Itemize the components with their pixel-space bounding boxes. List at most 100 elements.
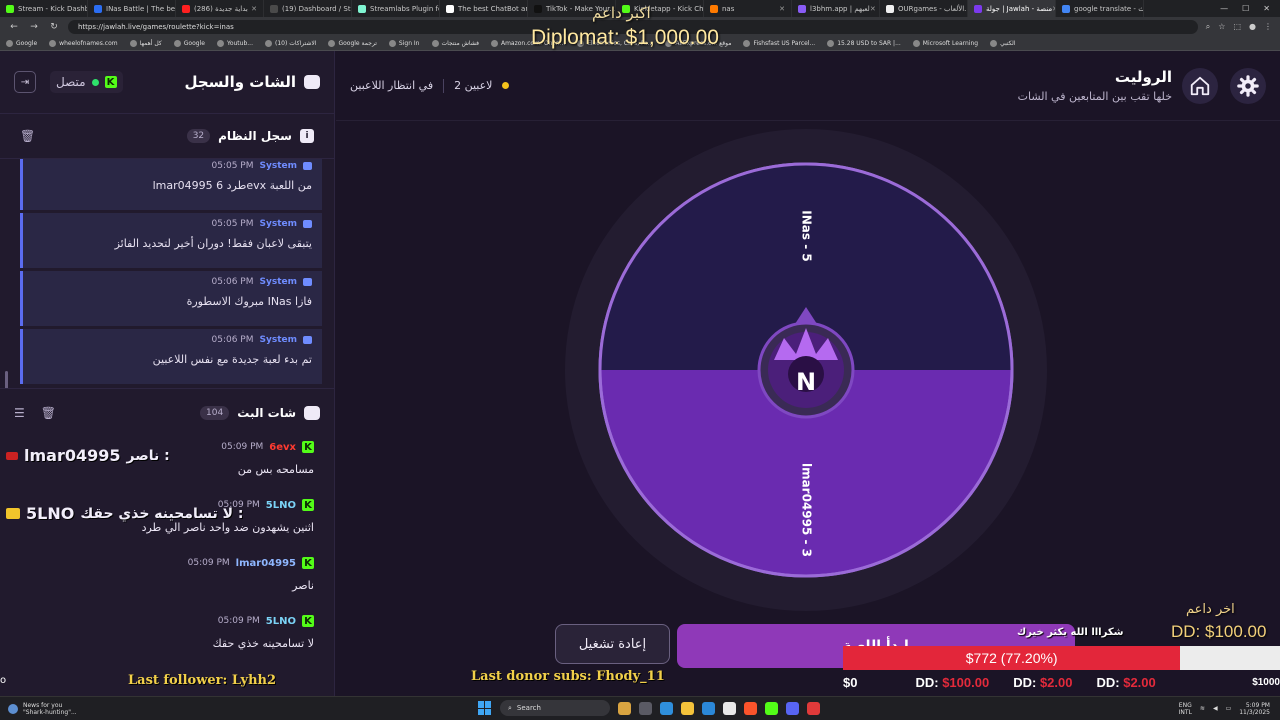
tab-label: The best ChatBot and... <box>458 4 527 13</box>
browser-tab[interactable]: INas Battle | The best...✕ <box>88 0 176 17</box>
restart-button[interactable]: إعادة تشغيل <box>555 624 670 664</box>
wifi-icon[interactable]: ≋ <box>1200 705 1205 712</box>
pinned-app-icon[interactable] <box>618 701 631 715</box>
windows-start-icon[interactable] <box>478 701 492 715</box>
bookmark-label: Google <box>16 40 38 47</box>
clock[interactable]: 5:09 PM 11/3/2025 <box>1239 702 1270 716</box>
kick-badge-icon: K <box>302 441 314 453</box>
browser-tab[interactable]: جولة | Jawlah - منصة✕ <box>968 0 1056 17</box>
browser-tab[interactable]: Streamlabs Plugin fo...✕ <box>352 0 440 17</box>
message-time: 05:09 PM <box>187 558 230 568</box>
clear-log-trash-icon[interactable]: 🗑 <box>20 129 35 143</box>
bookmark-item[interactable]: Youtub... <box>216 40 253 47</box>
tab-favicon-icon <box>6 4 14 13</box>
filter-icon[interactable]: ☰ <box>14 406 25 420</box>
donation-thanks-text: شكرااا الله يكثر خيرك <box>1017 627 1124 638</box>
bookmark-item[interactable]: Sign In <box>388 40 420 47</box>
tts-username: 5LNO <box>26 504 75 523</box>
scrollbar-thumb[interactable] <box>5 371 8 388</box>
tab-close-icon[interactable]: ✕ <box>870 5 876 13</box>
system-log-meta: 05:05 PM System <box>33 219 312 229</box>
back-icon[interactable]: ← <box>8 22 20 32</box>
bookmark-item[interactable]: الكتبي <box>990 40 1016 47</box>
settings-button[interactable] <box>1230 67 1266 104</box>
file-explorer-icon[interactable] <box>681 701 694 715</box>
status-dot-icon <box>502 82 510 89</box>
obs-icon[interactable] <box>807 701 820 715</box>
game-area: في انتظار اللاعبين 2 لاعبين الروليت خلها… <box>336 51 1280 696</box>
extension-icons: ⌕ ☆ ⬚ ● ⋮ <box>1206 22 1272 32</box>
bookmark-label: Youtub... <box>226 40 253 47</box>
system-log-item: 05:05 PM System lmar04995 طرد 6evx من اللع… <box>20 159 322 210</box>
bookmark-item[interactable]: Fishsfast US Parcel... <box>743 40 815 47</box>
page-title: الروليت <box>1114 68 1172 86</box>
language-indicator[interactable]: ENG INTL <box>1179 702 1192 716</box>
system-log-list[interactable]: 05:05 PM System lmar04995 طرد 6evx من اللع… <box>0 158 334 389</box>
kick-app-icon[interactable] <box>765 701 778 715</box>
bookmark-label: الكتبي <box>1000 40 1016 47</box>
browser-tab[interactable]: OURgames - الألعاب...✕ <box>880 0 968 17</box>
browser-tab[interactable]: nas ✕ <box>704 0 792 17</box>
chat-username[interactable]: 6evx <box>269 442 296 453</box>
tab-close-icon[interactable]: ✕ <box>251 5 257 13</box>
bookmark-item[interactable]: wheelofnames.com <box>49 40 118 47</box>
bookmark-item[interactable]: Google <box>173 40 205 47</box>
browser-tab[interactable]: google translate - بحث...✕ <box>1056 0 1144 17</box>
star-icon[interactable]: ☆ <box>1218 22 1225 32</box>
menu-icon[interactable]: ⋮ <box>1264 22 1272 32</box>
tab-label: Stream - Kick Dashb... <box>18 4 87 13</box>
collapse-sidebar-icon[interactable]: ⇥ <box>14 71 36 93</box>
task-view-icon[interactable] <box>639 701 652 715</box>
browser-tab[interactable]: (286) بداية جديدة ✕ <box>176 0 264 17</box>
chat-username[interactable]: 5LNO <box>266 616 296 627</box>
store-icon[interactable] <box>723 701 736 715</box>
browser-tab[interactable]: (19) Dashboard / Stre...✕ <box>264 0 352 17</box>
minimize-icon[interactable]: — <box>1220 4 1228 13</box>
bookmark-favicon-icon <box>6 40 13 47</box>
roulette-wheel[interactable]: INas - 5 lmar04995 - 3 N <box>564 128 1048 615</box>
tab-label: (286) بداية جديدة <box>194 4 248 13</box>
system-log-text: يتبقى لاعبان فقط! دوران أخير لتحديد الفا… <box>114 237 312 250</box>
volume-icon[interactable]: ◀ <box>1213 705 1218 712</box>
tab-close-icon[interactable]: ✕ <box>779 5 785 13</box>
stream-chat-list[interactable]: 05:09 PM 6evx K مسامحه بس من lmar04995 ناصر :… <box>0 437 334 669</box>
forward-icon[interactable]: → <box>28 22 40 32</box>
chat-username[interactable]: lmar04995 <box>236 558 296 569</box>
ticker-item: DD: $100.00 <box>915 675 989 690</box>
message-time: 05:06 PM <box>211 335 254 345</box>
edge-icon[interactable] <box>702 701 715 715</box>
taskbar-search[interactable]: ⌕ Search <box>500 700 610 716</box>
tab-label: google translate - بحث... <box>1074 4 1143 13</box>
maximize-icon[interactable]: ☐ <box>1242 4 1249 13</box>
browser-tab[interactable]: The best ChatBot and...✕ <box>440 0 528 17</box>
system-log-title: 32 سجل النظام i <box>186 129 314 143</box>
browser-tab[interactable]: l3bhm.app | لعبهم ✕ <box>792 0 880 17</box>
profile-icon[interactable]: ● <box>1249 22 1256 32</box>
brave-icon[interactable] <box>744 701 757 715</box>
battery-icon[interactable]: ▭ <box>1226 705 1232 712</box>
extensions-icon[interactable]: ⬚ <box>1233 22 1241 32</box>
bookmark-item[interactable]: كل أهمها <box>129 40 162 47</box>
close-window-icon[interactable]: ✕ <box>1263 4 1270 13</box>
browser-tab[interactable]: Stream - Kick Dashb...✕ <box>0 0 88 17</box>
system-log-text: lmar04995 طرد 6evx من اللعبة <box>152 179 312 192</box>
clear-chat-trash-icon[interactable]: 🗑 <box>41 406 56 420</box>
tab-label: OURgames - الألعاب... <box>898 4 967 13</box>
news-widget[interactable]: News for you "Shark-hunting"... <box>0 702 77 716</box>
bookmark-item[interactable]: فشاش منتجات <box>431 40 479 47</box>
chat-text: مسامحه بس من <box>237 463 314 476</box>
chat-username[interactable]: 5LNO <box>266 500 296 511</box>
zoom-icon[interactable]: ⌕ <box>1206 22 1210 32</box>
bookmark-item[interactable]: Google ترجمة <box>328 40 377 47</box>
language-variant: INTL <box>1178 708 1192 716</box>
bookmark-favicon-icon <box>328 40 336 47</box>
bookmark-item[interactable]: الاشتراكات (10) <box>264 40 316 47</box>
home-button[interactable] <box>1182 67 1218 104</box>
reload-icon[interactable]: ↻ <box>48 22 60 32</box>
bookmark-label: كل أهمها <box>139 40 162 47</box>
bookmark-item[interactable]: Google <box>6 40 37 47</box>
edge-browser-icon[interactable] <box>660 701 673 715</box>
bookmark-item[interactable]: 15.28 USD to SAR |... <box>827 40 901 47</box>
bookmark-item[interactable]: Microsoft Learning <box>912 40 978 47</box>
discord-icon[interactable] <box>786 701 799 715</box>
